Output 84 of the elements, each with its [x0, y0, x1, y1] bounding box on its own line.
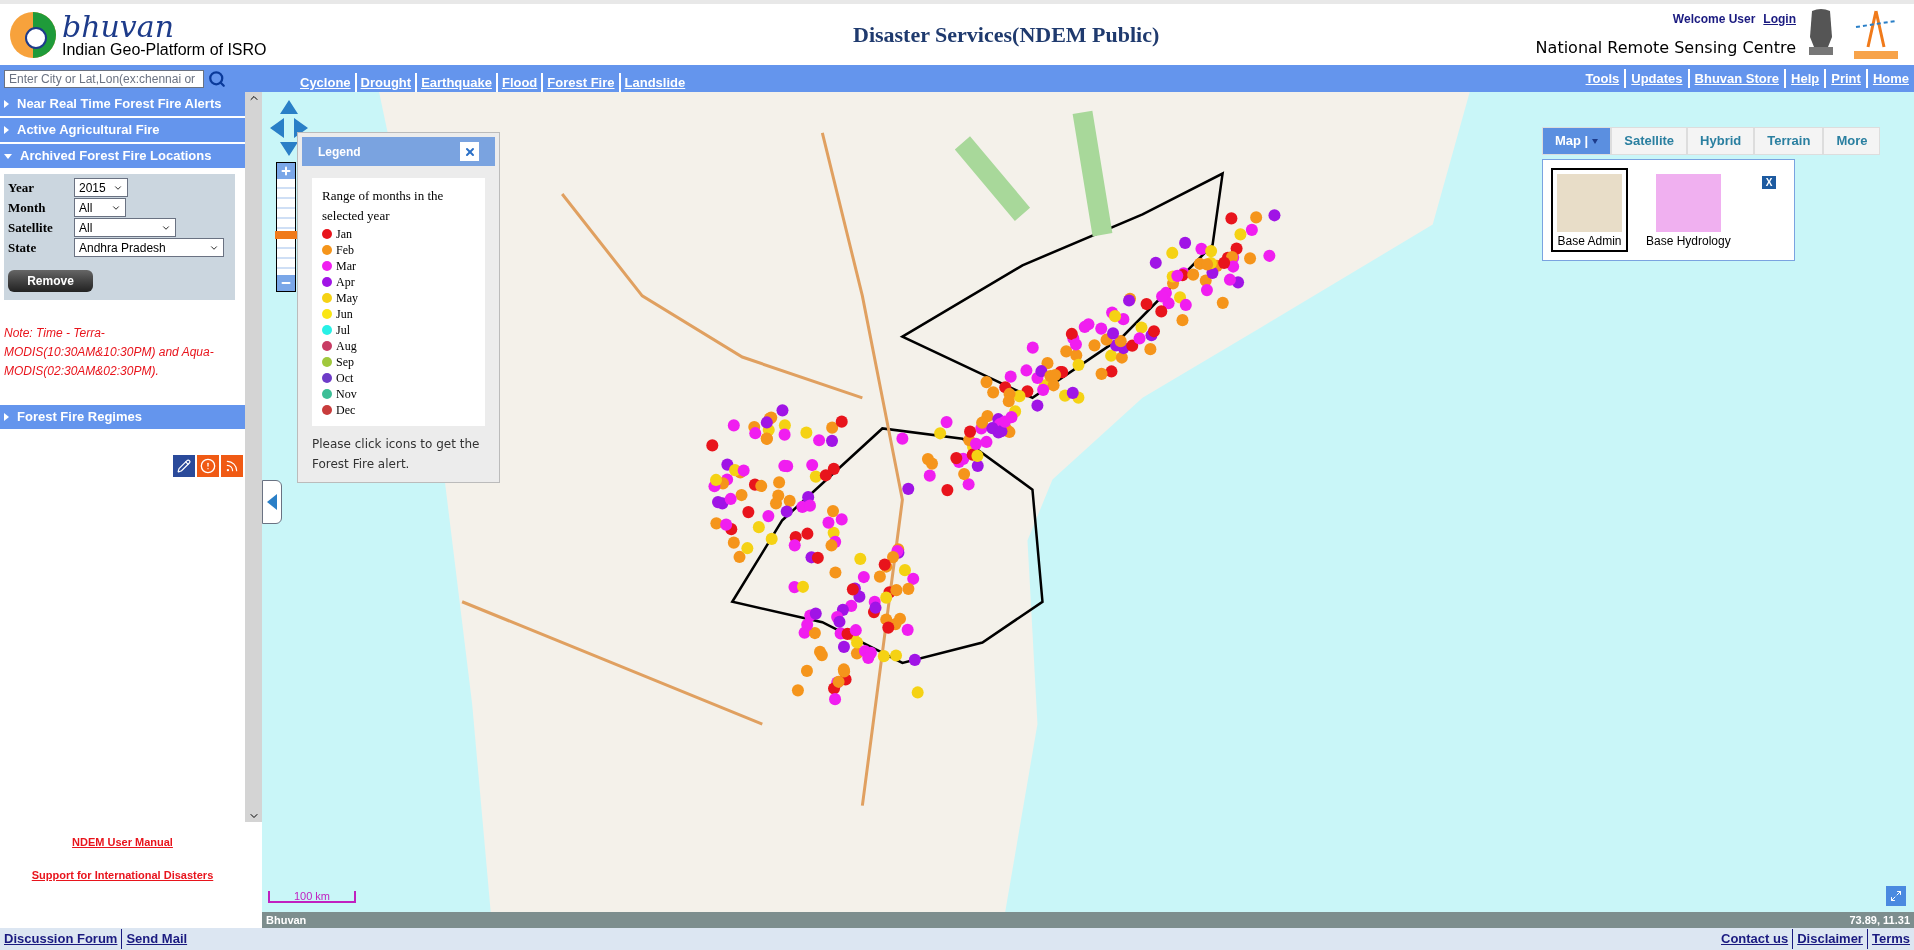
scale-bar: 100 km [268, 891, 356, 903]
footer-link[interactable]: Disclaimer [1792, 929, 1867, 949]
toolbar-link[interactable]: Tools [1580, 68, 1625, 89]
coordinates-text: 73.89, 11.31 [1849, 912, 1910, 928]
legend-heading: Range of months in the selected year [322, 187, 445, 225]
legend-label: Jan [336, 226, 352, 243]
zoom-slider-thumb[interactable] [275, 230, 297, 239]
map-thumbnail [1557, 174, 1622, 232]
map-thumbnail [1655, 174, 1721, 232]
close-button[interactable] [460, 142, 479, 161]
map-type-tab[interactable]: Hybrid [1687, 127, 1755, 155]
field-label: Month [8, 198, 47, 217]
sidebar-scrollbar[interactable] [245, 92, 262, 822]
alert-icon[interactable] [197, 455, 219, 477]
rss-icon[interactable] [221, 455, 243, 477]
zoom-out-button[interactable] [277, 275, 295, 291]
zoom-in-button[interactable] [277, 163, 295, 179]
edit-icon[interactable] [173, 455, 195, 477]
legend-label: Jul [336, 322, 350, 339]
base-layer-option[interactable]: Base Admin [1551, 168, 1628, 252]
accordion-header[interactable]: Active Agricultural Fire [0, 118, 245, 144]
dropdown-select[interactable]: Andhra Pradesh [74, 238, 224, 257]
legend-hint: Please click icons to get the Forest Fire alert. [311, 436, 481, 473]
legend-label: Mar [336, 258, 356, 275]
status-label: Bhuvan [266, 912, 307, 928]
sidebar-link[interactable]: Support for International Disasters [31, 866, 214, 883]
legend-label: Aug [336, 338, 357, 355]
legend-label: Dec [336, 402, 356, 419]
toolbar-link[interactable]: Updates [1624, 68, 1688, 89]
caret-right-icon [4, 413, 9, 421]
legend-label: Jun [336, 306, 353, 323]
remove-button[interactable]: Remove [8, 270, 93, 292]
base-layer-option[interactable]: Base Hydrology [1640, 168, 1737, 252]
dropdown-select[interactable]: All [74, 198, 126, 217]
legend-label: Apr [336, 274, 355, 291]
expand-button[interactable] [1886, 886, 1906, 906]
legend-label: Sep [336, 354, 354, 371]
toolbar-link[interactable]: Bhuvan Store [1687, 68, 1785, 89]
caret-right-icon [4, 100, 9, 108]
tagline: Indian Geo-Platform of ISRO [62, 41, 267, 58]
note-text: Note: Time - Terra-MODIS(10:30AM&10:30PM) and Aqua-MODIS(02:30AM&02:30PM). [3, 325, 215, 380]
location-search-field[interactable]: Enter City or Lat,Lon(ex:chennai or [4, 69, 204, 88]
field-label: Satellite [8, 218, 54, 237]
toolbar-link[interactable]: Home [1865, 68, 1914, 89]
footer-link[interactable]: Send Mail [121, 929, 192, 949]
caret-down-icon [4, 153, 12, 159]
legend-label: Feb [336, 242, 354, 259]
close-button[interactable]: X [1762, 176, 1776, 189]
page-title: Disaster Services(NDEM Public) [853, 21, 1160, 49]
bhuvan-logo-icon [8, 9, 58, 60]
field-label: Year [8, 178, 35, 197]
legend-label: Nov [336, 386, 357, 403]
organization-name: National Remote Sensing Centre [1535, 36, 1796, 59]
welcome-text: Welcome User [1672, 10, 1756, 28]
map-type-tab[interactable]: More [1823, 127, 1881, 155]
sidebar-link[interactable]: NDEM User Manual [72, 834, 173, 851]
footer-link[interactable]: Discussion Forum [0, 929, 122, 949]
expand-icon [1890, 890, 1902, 902]
plus-icon [280, 165, 292, 177]
footer-link[interactable]: Terms [1866, 929, 1914, 949]
field-label: State [8, 238, 38, 257]
map-type-tab[interactable]: Terrain [1754, 127, 1824, 155]
accordion-header[interactable]: Forest Fire Regimes [0, 405, 245, 431]
legend-label: May [336, 290, 358, 307]
map-type-dropdown-tab[interactable]: Map | [1542, 127, 1612, 155]
dropdown-select[interactable]: All [74, 218, 176, 237]
footer-link[interactable]: Contact us [1717, 929, 1793, 949]
dropdown-select[interactable]: 2015 [74, 178, 128, 197]
caret-right-icon [4, 126, 9, 134]
pan-control-icon[interactable] [270, 100, 308, 156]
legend-label: Oct [336, 370, 354, 387]
map-type-tab[interactable]: Satellite [1611, 127, 1688, 155]
toolbar-link[interactable]: Help [1784, 68, 1825, 89]
caret-down-icon [1592, 138, 1599, 144]
accordion-header[interactable]: Archived Forest Fire Locations [0, 144, 245, 170]
search-icon[interactable] [208, 69, 226, 88]
close-icon [463, 145, 476, 158]
disaster-link[interactable]: Cyclone [296, 72, 355, 93]
toolbar-link[interactable]: Print [1824, 68, 1866, 89]
login-link[interactable]: Login [1763, 9, 1796, 28]
logo-wordmark: bhuvan [62, 11, 174, 42]
collapse-sidebar-button[interactable] [262, 480, 282, 524]
accordion-header[interactable]: Near Real Time Forest Fire Alerts [0, 92, 245, 118]
legend-title: Legend [318, 143, 361, 161]
